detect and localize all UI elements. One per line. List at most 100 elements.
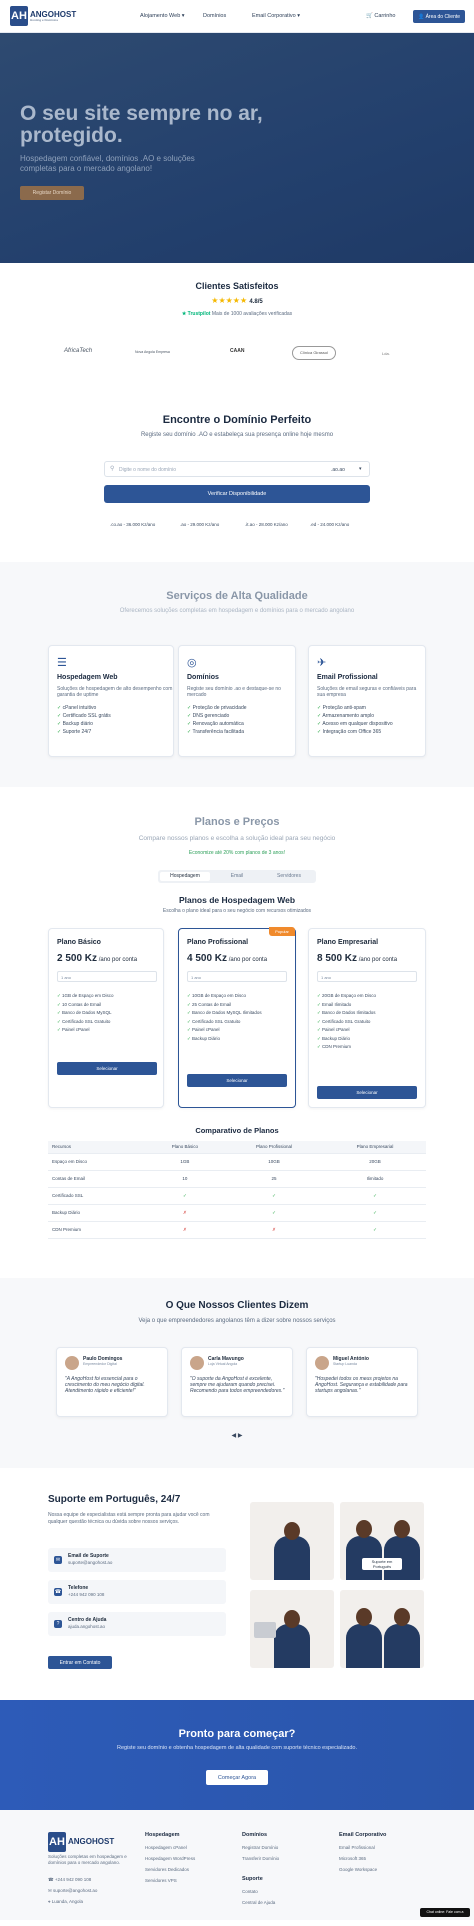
table-header: Recursos Plano Básico Plano Profissional Pl… (48, 1141, 426, 1154)
billing-period-select[interactable]: 1 ano (187, 971, 287, 982)
footer-link[interactable]: Central de Ajuda (242, 1897, 275, 1908)
feature-item: DNS gerenciado (187, 712, 247, 720)
billing-period-select[interactable]: 1 ano (57, 971, 157, 982)
select-plan-button[interactable]: Selecionar (187, 1074, 287, 1087)
tld-select[interactable]: .ao.ao (331, 467, 345, 473)
plan-feature: Certificado SSL Gratuito (317, 1018, 376, 1027)
service-card-domains: ◎ Domínios Registe seu domínio .ao e des… (178, 645, 296, 757)
footer-link[interactable]: Registrar Domínio (242, 1842, 278, 1853)
select-plan-button[interactable]: Selecionar (57, 1062, 157, 1075)
footer: AH ANGOHOST Soluções completas em hosped… (0, 1810, 474, 1923)
search-icon: ⚲ (110, 466, 115, 472)
feature-item: Renovação automática (187, 720, 247, 728)
footer-link[interactable]: Servidores VPS (145, 1875, 177, 1886)
plan-feature: Banco de Dados MySQL (57, 1009, 114, 1018)
phone-icon: ☎ (54, 1588, 62, 1596)
table-cell: 25 (223, 1170, 325, 1188)
client-logo-2: Nova Angola Empresa (135, 350, 170, 354)
footer-link[interactable]: Google Workspace (339, 1864, 377, 1875)
plan-feature: Certificado SSL Gratuito (187, 1018, 262, 1027)
contact-help[interactable]: ? Centro de Ajuda ajuda.angohost.ao (48, 1612, 226, 1636)
footer-link[interactable]: Hospedagem WordPress (145, 1853, 195, 1864)
contact-button[interactable]: Entrar em Contato (48, 1656, 112, 1669)
cross-icon: ✗ (145, 1221, 224, 1239)
footer-link[interactable]: Email Profissional (339, 1842, 375, 1853)
price-value: 8 500 Kz (317, 953, 358, 964)
domain-search-box: ⚲ Digite o nome do domínio .ao.ao ▾ (104, 461, 370, 477)
plans-subtitle: Compare nossos planos e escolha a soluçã… (138, 835, 336, 842)
nav-email[interactable]: Email Corporativo ▾ (252, 13, 300, 19)
carousel-arrows-icon[interactable]: ◀ ▶ (0, 1432, 474, 1439)
testimonial-quote: "O suporte da AngoHost é excelente, semp… (190, 1376, 285, 1394)
laptop-icon (254, 1622, 276, 1638)
plans-heading: Planos de Hospedagem Web (178, 895, 296, 905)
testimonials-title: O Que Nossos Clientes Dizem (165, 1300, 309, 1311)
table-cell: 10GB (223, 1153, 325, 1171)
hero-subtitle: Hospedagem confiável, domínios .AO e sol… (20, 154, 195, 173)
footer-link[interactable]: Transferir Domínio (242, 1853, 279, 1864)
tld-price-3: .it.ao - 28.000 Kz/ano (245, 522, 288, 527)
tab-servers[interactable]: Servidores (264, 872, 314, 881)
footer-link[interactable]: Contato (242, 1886, 258, 1897)
tld-price-2: .ao - 29.000 Kz/ano (180, 522, 220, 527)
cart-link[interactable]: 🛒 Carrinho (366, 13, 395, 19)
services-subtitle: Oferecemos soluções completas em hospeda… (119, 608, 355, 614)
feature-item: Integração com Office 365 (317, 728, 393, 736)
testimonial-card: Carla Mavungo Loja Virtual Angola "O sup… (181, 1347, 293, 1417)
domain-subtitle: Registe seu domínio .AO e estabeleça sua… (140, 432, 334, 438)
nav-hosting[interactable]: Alojamento Web ▾ (140, 13, 185, 19)
service-features: Proteção anti-spam Armazenamento amplo A… (317, 704, 393, 736)
plan-features: 10GB de Espaço em Disco 25 Contas de Ema… (187, 992, 262, 1043)
footer-link[interactable]: Servidores Dedicados (145, 1864, 189, 1875)
contact-email[interactable]: ✉ Email de Suporte suporte@angohost.ao (48, 1548, 226, 1572)
check-icon: ✓ (324, 1187, 426, 1205)
navbar: AH ANGOHOST Hosting e Domínios Alojamento… (0, 0, 474, 33)
check-availability-button[interactable]: Verificar Disponibilidade (104, 485, 370, 503)
popular-badge: Popular (269, 927, 295, 936)
price-period: /ano por conta (97, 957, 138, 963)
client-area-button[interactable]: 👤 Área do Cliente (413, 10, 465, 23)
service-card-hosting: ☰ Hospedagem Web Soluções de hospedagem … (48, 645, 174, 757)
brand-name: ANGOHOST (68, 1837, 115, 1846)
service-title: Email Profissional (317, 674, 378, 681)
start-now-button[interactable]: Começar Agora (206, 1770, 268, 1785)
price-period: /ano por conta (227, 957, 268, 963)
domain-input[interactable]: Digite o nome do domínio (119, 467, 176, 473)
footer-link[interactable]: Hospedagem cPanel (145, 1842, 187, 1853)
table-row: Contas de Email 10 25 Ilimitado (48, 1170, 426, 1188)
contact-value: ajuda.angohost.ao (68, 1624, 106, 1629)
tab-email[interactable]: Email (212, 872, 262, 881)
plan-feature: Banco de Dados MySQL Ilimitados (187, 1009, 262, 1018)
billing-period-select[interactable]: 1 ano (317, 971, 417, 982)
avatar (190, 1356, 204, 1370)
select-plan-button[interactable]: Selecionar (317, 1086, 417, 1099)
plan-feature: Painel cPanel (57, 1026, 114, 1035)
logo[interactable]: AH ANGOHOST Hosting e Domínios (10, 6, 76, 26)
contact-phone[interactable]: ☎ Telefone +244 942 090 108 (48, 1580, 226, 1604)
tab-hosting[interactable]: Hospedagem (160, 872, 210, 881)
chat-widget-button[interactable]: Chat online: Fale com a AngoHost (420, 1908, 470, 1923)
nav-domains[interactable]: Domínios (203, 13, 226, 19)
footer-logo[interactable]: AH ANGOHOST (48, 1832, 114, 1852)
service-desc: Soluções de hospedagem de alto desempenh… (57, 686, 173, 698)
logo-mark-icon: AH (10, 6, 28, 26)
rocket-icon: ✈ (317, 657, 327, 669)
plans-tabs: Hospedagem Email Servidores (158, 870, 316, 883)
testimonial-quote: "A AngoHost foi essencial para o crescim… (65, 1376, 145, 1394)
plan-feature: 10GB de Espaço em Disco (187, 992, 262, 1001)
brand-tagline: Hosting e Domínios (30, 17, 59, 22)
footer-phone: ☎ +244 942 090 108 (48, 1877, 92, 1882)
feature-item: Transferência facilitada (187, 728, 247, 736)
table-cell: 20GB (324, 1153, 426, 1171)
feature-item: Backup diário (57, 720, 111, 728)
table-row: Espaço em Disco 1GB 10GB 20GB (48, 1153, 426, 1171)
clients-title: Clientes Satisfeitos (195, 281, 279, 291)
price-value: 4 500 Kz (187, 953, 228, 964)
register-domain-button[interactable]: Registar Domínio (20, 186, 84, 200)
plan-price: 8 500 Kz /ano por conta (317, 953, 397, 964)
check-icon: ✓ (223, 1204, 325, 1222)
avatar (315, 1356, 329, 1370)
footer-link[interactable]: Microsoft 365 (339, 1853, 366, 1864)
footer-about: Soluções completas em hospedagem e domín… (48, 1854, 127, 1865)
support-title: Suporte em Português, 24/7 (48, 1494, 181, 1505)
